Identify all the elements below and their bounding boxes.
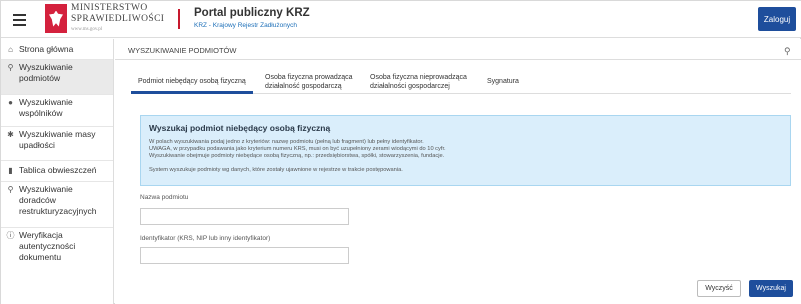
sidebar-item-search-bankruptcy-estate[interactable]: ✱ Wyszukiwanie masy upadłości <box>1 127 113 161</box>
user-icon: ● <box>8 98 13 107</box>
identifier-input[interactable] <box>140 247 349 264</box>
ministry-url: www.ms.gov.pl <box>71 27 103 32</box>
sidebar-item-label: Wyszukiwanie doradców restrukturyzacyjny… <box>19 184 97 216</box>
sidebar-item-search-partners[interactable]: ● Wyszukiwanie wspólników <box>1 95 113 127</box>
notice-board-icon: ▮ <box>8 166 13 175</box>
home-icon: ⌂ <box>8 45 13 54</box>
user-search-icon[interactable]: ⚲ <box>784 46 794 56</box>
info-title: Wyszukaj podmiot niebędący osobą fizyczn… <box>149 123 331 133</box>
sidebar-item-home[interactable]: ⌂ Strona główna <box>1 39 113 60</box>
entity-name-input[interactable] <box>140 208 349 225</box>
tab-business-person[interactable]: Osoba fizyczna prowadząca działalność go… <box>265 73 353 91</box>
sidebar-item-label: Strona główna <box>19 44 74 54</box>
polish-eagle-emblem-icon[interactable] <box>45 4 67 33</box>
main-content: WYSZUKIWANIE PODMIOTÓW ⚲ Podmiot niebędą… <box>115 39 801 304</box>
top-header: MINISTERSTWO SPRAWIEDLIWOŚCI www.ms.gov.… <box>1 1 801 38</box>
clear-button[interactable]: Wyczyść <box>697 280 741 297</box>
tab-label-line2: działalności gospodarczej <box>370 83 450 90</box>
sidebar-item-search-advisors[interactable]: ⚲ Wyszukiwanie doradców restrukturyzacyj… <box>1 182 113 228</box>
search-user-icon: ⚲ <box>7 185 14 194</box>
hamburger-icon[interactable] <box>1 1 38 38</box>
tab-label-line1: Osoba fizyczna prowadząca <box>265 74 353 81</box>
login-button[interactable]: Zaloguj <box>758 7 796 31</box>
ministry-logo-text[interactable]: MINISTERSTWO SPRAWIEDLIWOŚCI www.ms.gov.… <box>71 3 165 32</box>
sidebar: ⌂ Strona główna ⚲ Wyszukiwanie podmiotów… <box>1 39 114 304</box>
sidebar-item-notice-board[interactable]: ▮ Tablica obwieszczeń <box>1 161 113 182</box>
tab-label: Podmiot niebędący osobą fizyczną <box>138 78 246 85</box>
tab-signature[interactable]: Sygnatura <box>487 77 519 86</box>
sidebar-item-label: Wyszukiwanie wspólników <box>19 97 73 118</box>
sidebar-item-verify-document[interactable]: ⓘ Weryfikacja autentyczności dokumentu <box>1 228 113 272</box>
sidebar-item-search-entities[interactable]: ⚲ Wyszukiwanie podmiotów <box>1 60 113 95</box>
tab-label-line2: działalność gospodarczą <box>265 83 342 90</box>
search-user-icon: ⚲ <box>7 63 14 72</box>
sidebar-item-label: Wyszukiwanie masy upadłości <box>19 129 96 150</box>
ministry-line1: MINISTERSTWO <box>71 3 148 13</box>
brand-divider <box>178 9 180 29</box>
page-title: WYSZUKIWANIE PODMIOTÓW <box>128 46 237 55</box>
search-button[interactable]: Wyszukaj <box>749 280 793 297</box>
info-line: UWAGA, w przypadku podawania jako kryter… <box>149 146 446 152</box>
ministry-line2: SPRAWIEDLIWOŚCI <box>71 13 165 24</box>
identifier-label: Identyfikator (KRS, NIP lub inny identyf… <box>140 235 271 242</box>
main-header: WYSZUKIWANIE PODMIOTÓW ⚲ <box>115 39 801 60</box>
tab-non-business-person[interactable]: Osoba fizyczna nieprowadząca działalnośc… <box>370 73 467 91</box>
tab-label: Sygnatura <box>487 78 519 85</box>
entity-name-label: Nazwa podmiotu <box>140 194 189 201</box>
info-line: W polach wyszukiwania podaj jedno z kryt… <box>149 139 424 145</box>
tab-bar: Podmiot niebędący osobą fizyczną Osoba f… <box>131 73 791 94</box>
tab-legal-entity[interactable]: Podmiot niebędący osobą fizyczną <box>138 77 246 86</box>
active-tab-indicator <box>131 91 253 94</box>
tab-label-line1: Osoba fizyczna nieprowadząca <box>370 74 467 81</box>
gear-icon: ✱ <box>7 130 14 139</box>
page: MINISTERSTWO SPRAWIEDLIWOŚCI www.ms.gov.… <box>0 0 801 304</box>
info-panel: Wyszukaj podmiot niebędący osobą fizyczn… <box>140 115 791 186</box>
portal-subtitle: KRZ - Krajowy Rejestr Zadłużonych <box>194 22 297 29</box>
info-line: Wyszukiwanie obejmuje podmioty niebędące… <box>149 153 445 159</box>
sidebar-item-label: Tablica obwieszczeń <box>19 165 97 175</box>
sidebar-item-label: Wyszukiwanie podmiotów <box>19 62 73 83</box>
info-line: System wyszukuje podmioty wg danych, któ… <box>149 167 403 173</box>
portal-title: Portal publiczny KRZ <box>194 7 310 19</box>
sidebar-item-label: Weryfikacja autentyczności dokumentu <box>19 230 76 262</box>
info-circle-icon: ⓘ <box>6 231 15 240</box>
